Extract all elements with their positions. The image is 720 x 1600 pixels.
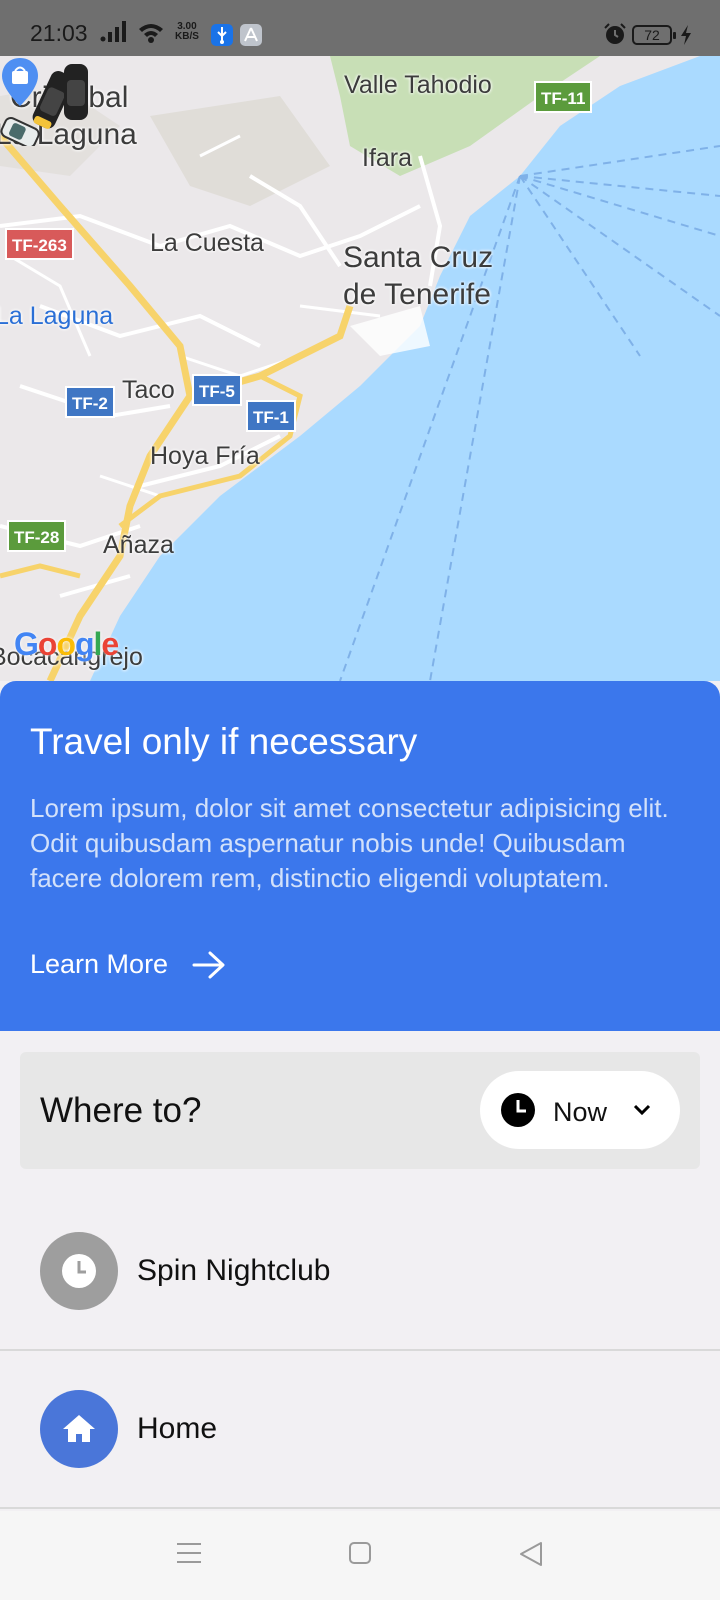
signal-icon bbox=[100, 21, 126, 42]
travel-advisory-body: Lorem ipsum, dolor sit amet consectetur … bbox=[30, 793, 669, 893]
where-to-bar[interactable]: Where to? Now bbox=[20, 1052, 700, 1169]
travel-advisory-card: Travel only if necessary Lorem ipsum, do… bbox=[0, 681, 720, 1031]
google-logo: Google bbox=[14, 626, 119, 662]
app-notification-icon bbox=[240, 24, 262, 46]
arrow-right-icon bbox=[192, 951, 225, 978]
where-to-input[interactable]: Where to? bbox=[40, 1091, 201, 1131]
road-shield-tf11: TF-11 bbox=[534, 81, 593, 113]
nearby-cars-icon bbox=[0, 64, 88, 146]
map-label-anaza: Añaza bbox=[103, 531, 174, 559]
destination-label: Spin Nightclub bbox=[137, 1254, 331, 1287]
network-speed-unit: KB/S bbox=[175, 31, 199, 42]
status-bar: 21:03 3.00 KB/S 72 bbox=[0, 0, 720, 56]
back-triangle-icon[interactable] bbox=[518, 1541, 544, 1567]
learn-more-link[interactable]: Learn More bbox=[30, 949, 226, 980]
map-label-ifara: Ifara bbox=[362, 144, 413, 172]
saved-place-home-item[interactable]: Home bbox=[0, 1351, 720, 1509]
usb-icon bbox=[211, 24, 233, 46]
map-label-santa-cruz: Santa Cruz bbox=[343, 241, 494, 274]
battery-indicator: 72 bbox=[632, 25, 676, 45]
system-navigation-bar bbox=[0, 1511, 720, 1600]
charging-bolt-icon bbox=[681, 25, 691, 45]
recent-destination-item[interactable]: Spin Nightclub bbox=[0, 1193, 720, 1351]
travel-advisory-title: Travel only if necessary bbox=[30, 721, 418, 762]
alarm-icon bbox=[604, 23, 626, 44]
road-shield-tf263: TF-263 bbox=[5, 228, 74, 260]
map-label-taco: Taco bbox=[122, 376, 175, 404]
destination-label: Home bbox=[137, 1412, 218, 1445]
clock-icon bbox=[40, 1232, 118, 1310]
menu-icon[interactable] bbox=[176, 1541, 202, 1565]
clock-icon bbox=[501, 1093, 535, 1127]
chevron-down-icon bbox=[633, 1104, 651, 1116]
road-shield-tf1: TF-1 bbox=[246, 400, 296, 432]
home-square-icon[interactable] bbox=[348, 1541, 372, 1565]
map-label-valle-tahodio: Valle Tahodio bbox=[344, 71, 492, 99]
map-label-hoya-fria: Hoya Fría bbox=[150, 442, 260, 470]
learn-more-label: Learn More bbox=[30, 949, 169, 979]
map-label-santa-cruz-tenerife: de Tenerife bbox=[343, 278, 491, 311]
map-view[interactable]: Cristóbal La Laguna Valle Tahodio Ifara … bbox=[0, 56, 720, 681]
road-shield-tf28: TF-28 bbox=[7, 520, 67, 552]
schedule-time-button[interactable]: Now bbox=[480, 1071, 680, 1149]
road-shield-tf5: TF-5 bbox=[192, 374, 242, 406]
wifi-icon bbox=[139, 24, 163, 43]
network-speed: 3.00 KB/S bbox=[175, 22, 199, 42]
status-time: 21:03 bbox=[30, 20, 88, 46]
map-label-la-laguna: La Laguna bbox=[0, 302, 114, 330]
map-label-la-cuesta: La Cuesta bbox=[150, 229, 264, 257]
road-shield-tf2: TF-2 bbox=[65, 386, 115, 418]
home-icon bbox=[40, 1390, 118, 1468]
schedule-time-label: Now bbox=[553, 1097, 608, 1127]
